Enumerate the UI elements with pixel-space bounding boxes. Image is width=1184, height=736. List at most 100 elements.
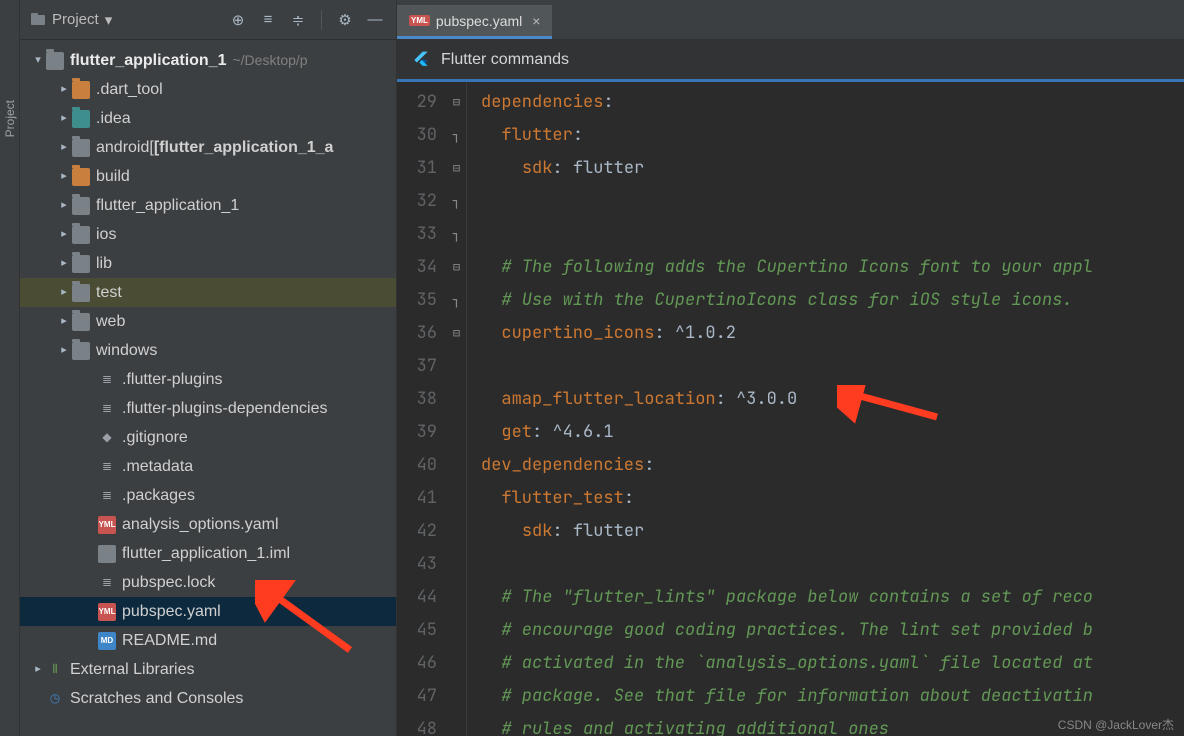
code-line[interactable]: sdk: flutter bbox=[481, 152, 1184, 185]
expand-icon[interactable]: ≡ bbox=[257, 9, 279, 31]
line-number: 37 bbox=[397, 350, 437, 383]
tree-item[interactable]: ▸MDREADME.md bbox=[20, 626, 396, 655]
code-line[interactable]: flutter_test: bbox=[481, 482, 1184, 515]
code-line[interactable]: amap_flutter_location: ^3.0.0 bbox=[481, 383, 1184, 416]
line-number: 31 bbox=[397, 152, 437, 185]
tree-item-bracket: [[flutter_application_1_a bbox=[149, 133, 333, 162]
tree-item[interactable]: ▸⦀External Libraries bbox=[20, 655, 396, 684]
expand-arrow-icon[interactable]: ▸ bbox=[56, 191, 72, 220]
tree-item-label: android bbox=[96, 133, 149, 162]
tree-item[interactable]: ▸YMLanalysis_options.yaml bbox=[20, 510, 396, 539]
tree-item[interactable]: ▸test bbox=[20, 278, 396, 307]
fold-marker[interactable]: ┐ bbox=[447, 284, 466, 317]
code-line[interactable] bbox=[481, 548, 1184, 581]
tree-item-label: flutter_application_1 bbox=[70, 46, 226, 75]
code-line[interactable]: dependencies: bbox=[481, 86, 1184, 119]
tree-item-label: pubspec.yaml bbox=[122, 597, 221, 626]
tree-item[interactable]: ▸windows bbox=[20, 336, 396, 365]
code-line[interactable]: # package. See that file for information… bbox=[481, 680, 1184, 713]
tree-item[interactable]: ▸YMLpubspec.yaml bbox=[20, 597, 396, 626]
tree-item[interactable]: ▸.dart_tool bbox=[20, 75, 396, 104]
tree-item[interactable]: ▸≣.flutter-plugins bbox=[20, 365, 396, 394]
fold-marker[interactable]: ┐ bbox=[447, 185, 466, 218]
scratch-icon: ◷ bbox=[46, 690, 64, 708]
tree-item[interactable]: ▸◆.gitignore bbox=[20, 423, 396, 452]
tree-item[interactable]: ▸ios bbox=[20, 220, 396, 249]
fold-marker[interactable]: ⊟ bbox=[447, 152, 466, 185]
fold-marker[interactable]: ⊟ bbox=[447, 317, 466, 350]
tree-item[interactable]: ▸lib bbox=[20, 249, 396, 278]
project-dropdown[interactable]: Project ▾ bbox=[30, 11, 112, 29]
tree-item[interactable]: ▸flutter_application_1 bbox=[20, 191, 396, 220]
code-line[interactable]: flutter: bbox=[481, 119, 1184, 152]
tree-item[interactable]: ▸≣.flutter-plugins-dependencies bbox=[20, 394, 396, 423]
expand-arrow-icon[interactable]: ▸ bbox=[30, 655, 46, 684]
code-line[interactable]: get: ^4.6.1 bbox=[481, 416, 1184, 449]
expand-arrow-icon[interactable]: ▸ bbox=[56, 249, 72, 278]
code-line[interactable]: # The "flutter_lints" package below cont… bbox=[481, 581, 1184, 614]
expand-arrow-icon[interactable]: ▸ bbox=[56, 162, 72, 191]
expand-arrow-icon[interactable]: ▾ bbox=[30, 46, 46, 75]
project-tree[interactable]: ▾ flutter_application_1~/Desktop/p▸.dart_… bbox=[20, 40, 396, 736]
fold-marker[interactable]: ⊟ bbox=[447, 251, 466, 284]
collapse-icon[interactable]: ≑ bbox=[287, 9, 309, 31]
tree-item[interactable]: ▾ flutter_application_1~/Desktop/p bbox=[20, 46, 396, 75]
folder-icon bbox=[46, 52, 64, 70]
tree-item-label: web bbox=[96, 307, 125, 336]
close-icon[interactable]: × bbox=[532, 13, 540, 29]
gear-icon[interactable]: ⚙ bbox=[334, 9, 356, 31]
libraries-icon: ⦀ bbox=[46, 661, 64, 679]
expand-arrow-icon[interactable]: ▸ bbox=[56, 278, 72, 307]
expand-arrow-icon[interactable]: ▸ bbox=[56, 133, 72, 162]
banner-label: Flutter commands bbox=[441, 51, 569, 69]
code-line[interactable] bbox=[481, 185, 1184, 218]
tree-item[interactable]: ▸≣.metadata bbox=[20, 452, 396, 481]
hide-icon[interactable]: — bbox=[364, 9, 386, 31]
tree-item[interactable]: ▸≣pubspec.lock bbox=[20, 568, 396, 597]
code-line[interactable] bbox=[481, 350, 1184, 383]
code-line[interactable]: # encourage good coding practices. The l… bbox=[481, 614, 1184, 647]
line-number: 44 bbox=[397, 581, 437, 614]
tree-item-label: flutter_application_1.iml bbox=[122, 539, 290, 568]
code-line[interactable]: # Use with the CupertinoIcons class for … bbox=[481, 284, 1184, 317]
tree-item[interactable]: ▸ web bbox=[20, 307, 396, 336]
code-line[interactable] bbox=[481, 218, 1184, 251]
tree-item[interactable]: ▸ android [[flutter_application_1_a bbox=[20, 133, 396, 162]
expand-arrow-icon[interactable]: ▸ bbox=[56, 307, 72, 336]
expand-arrow-icon[interactable]: ▸ bbox=[56, 336, 72, 365]
folder-icon bbox=[72, 197, 90, 215]
code-content[interactable]: dependencies: flutter: sdk: flutter # Th… bbox=[467, 82, 1184, 736]
code-line[interactable]: dev_dependencies: bbox=[481, 449, 1184, 482]
code-line[interactable]: sdk: flutter bbox=[481, 515, 1184, 548]
expand-arrow-icon[interactable]: ▸ bbox=[56, 75, 72, 104]
tree-item[interactable]: ▸.idea bbox=[20, 104, 396, 133]
fold-marker[interactable]: ┐ bbox=[447, 218, 466, 251]
tree-item-path: ~/Desktop/p bbox=[232, 46, 307, 75]
fold-marker[interactable]: ⊟ bbox=[447, 86, 466, 119]
target-icon[interactable]: ⊕ bbox=[227, 9, 249, 31]
line-number: 38 bbox=[397, 383, 437, 416]
expand-arrow-icon[interactable]: ▸ bbox=[56, 220, 72, 249]
markdown-icon: MD bbox=[98, 632, 116, 650]
line-number: 45 bbox=[397, 614, 437, 647]
tree-item[interactable]: ▸◷Scratches and Consoles bbox=[20, 684, 396, 713]
tree-item[interactable]: ▸flutter_application_1.iml bbox=[20, 539, 396, 568]
flutter-banner[interactable]: Flutter commands bbox=[397, 40, 1184, 82]
expand-arrow-icon[interactable]: ▸ bbox=[56, 104, 72, 133]
tree-item[interactable]: ▸build bbox=[20, 162, 396, 191]
tab-pubspec[interactable]: YML pubspec.yaml × bbox=[397, 5, 552, 39]
tree-item[interactable]: ▸≣.packages bbox=[20, 481, 396, 510]
line-number: 41 bbox=[397, 482, 437, 515]
code-line[interactable]: # The following adds the Cupertino Icons… bbox=[481, 251, 1184, 284]
code-line[interactable]: cupertino_icons: ^1.0.2 bbox=[481, 317, 1184, 350]
code-line[interactable]: # activated in the `analysis_options.yam… bbox=[481, 647, 1184, 680]
left-rail-project[interactable]: Project bbox=[0, 0, 20, 736]
fold-marker[interactable]: ┐ bbox=[447, 119, 466, 152]
file-icon: ≣ bbox=[98, 458, 116, 476]
yaml-icon: YML bbox=[409, 15, 430, 26]
line-number: 43 bbox=[397, 548, 437, 581]
folder-icon bbox=[72, 342, 90, 360]
editor-area: YML pubspec.yaml × Flutter commands 2930… bbox=[396, 0, 1184, 736]
code-editor[interactable]: 2930313233343536373839404142434445464748… bbox=[397, 82, 1184, 736]
fold-gutter[interactable]: ⊟┐⊟┐┐⊟┐⊟ bbox=[447, 82, 467, 736]
